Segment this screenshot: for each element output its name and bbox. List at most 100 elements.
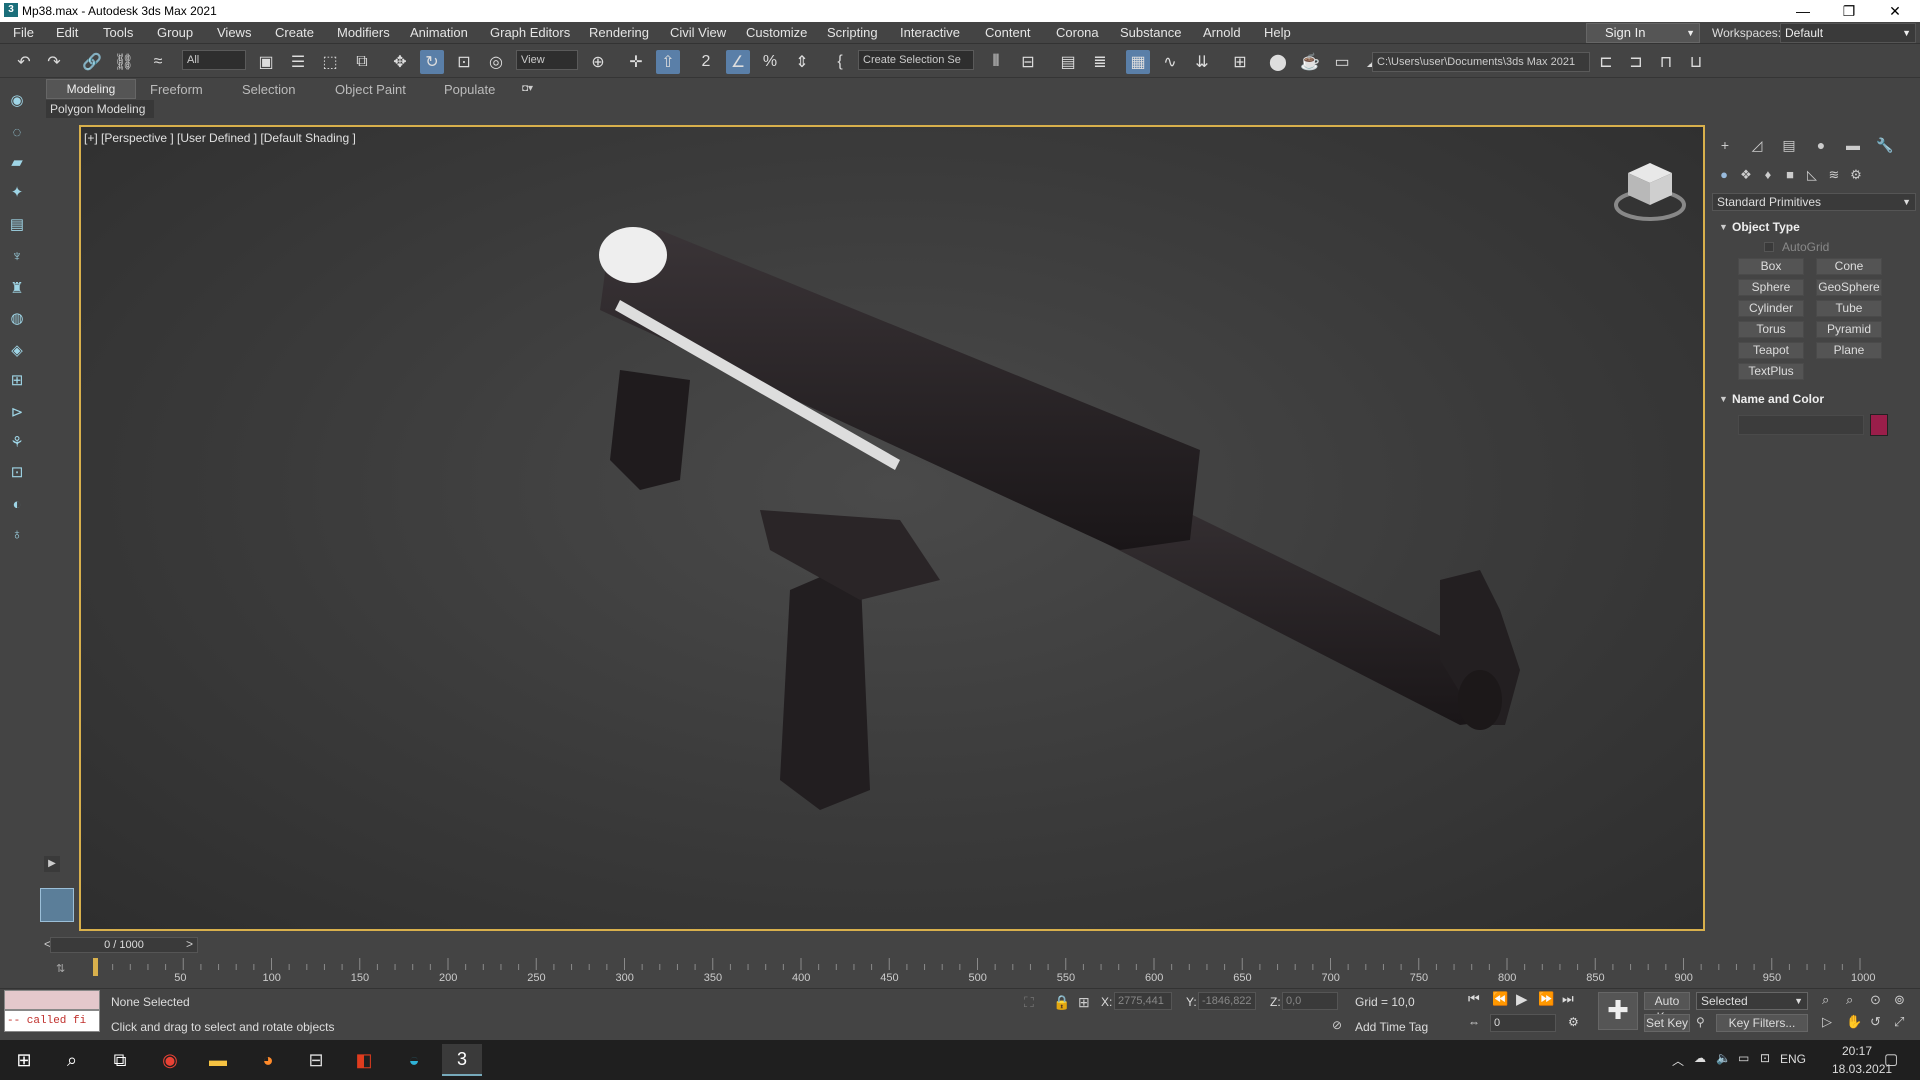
track-bar-icon[interactable]: ⇅ bbox=[56, 962, 65, 975]
tab-object-paint[interactable]: Object Paint bbox=[335, 82, 406, 97]
menu-rendering[interactable]: Rendering bbox=[589, 25, 649, 40]
object-type-header[interactable]: Object Type bbox=[1732, 220, 1800, 234]
time-next-button[interactable]: > bbox=[186, 937, 193, 951]
textplus-button[interactable]: TextPlus bbox=[1738, 363, 1804, 380]
workspace-layout-icon[interactable]: ⊔ bbox=[1684, 50, 1708, 74]
collapse-icon[interactable]: ▼ bbox=[1719, 222, 1728, 232]
workspace-dropdown[interactable]: Default ▼ bbox=[1780, 23, 1916, 43]
task-view-icon[interactable]: ⧉ bbox=[100, 1044, 140, 1076]
tab-selection[interactable]: Selection bbox=[242, 82, 295, 97]
next-frame-icon[interactable]: ⏩ bbox=[1538, 991, 1554, 1007]
office-icon[interactable]: ◧ bbox=[344, 1044, 384, 1076]
menu-modifiers[interactable]: Modifiers bbox=[337, 25, 390, 40]
bulb-icon[interactable]: ♁ bbox=[6, 524, 28, 546]
scale-icon[interactable]: ⊡ bbox=[452, 50, 476, 74]
viewport-layout-icon[interactable]: ⊡ bbox=[6, 462, 28, 484]
expand-layout-icon[interactable]: ▶ bbox=[44, 856, 60, 872]
space-warps-icon[interactable]: ≋ bbox=[1825, 167, 1843, 185]
bind-space-warp-icon[interactable]: ≈ bbox=[146, 50, 170, 74]
lights-icon[interactable]: ✦ bbox=[6, 182, 28, 204]
plane-button[interactable]: Plane bbox=[1816, 342, 1882, 359]
time-tag-icon[interactable]: ⊘ bbox=[1332, 1018, 1342, 1032]
input-language[interactable]: ENG bbox=[1780, 1052, 1806, 1066]
zoom-extents-all-icon[interactable]: ⊚ bbox=[1894, 992, 1905, 1008]
unlink-icon[interactable]: ⛓ bbox=[112, 50, 136, 74]
menu-civil-view[interactable]: Civil View bbox=[670, 25, 726, 40]
teapot-button[interactable]: Teapot bbox=[1738, 342, 1804, 359]
redo-icon[interactable]: ↷ bbox=[42, 50, 66, 74]
menu-customize[interactable]: Customize bbox=[746, 25, 807, 40]
field-of-view-icon[interactable]: ▷ bbox=[1822, 1014, 1832, 1030]
named-selection-set-dropdown[interactable]: Create Selection Se bbox=[858, 50, 974, 70]
select-object-icon[interactable]: ▣ bbox=[254, 50, 278, 74]
name-and-color-header[interactable]: Name and Color bbox=[1732, 392, 1824, 406]
placement-icon[interactable]: ◎ bbox=[484, 50, 508, 74]
particle-icon[interactable]: ⚘ bbox=[6, 432, 28, 454]
keyboard-shortcut-override-icon[interactable]: ⇧ bbox=[656, 50, 680, 74]
close-button[interactable]: ✕ bbox=[1872, 0, 1918, 22]
modify-tab-icon[interactable]: ◿ bbox=[1747, 137, 1767, 157]
project-icon[interactable]: ⊏ bbox=[1594, 50, 1618, 74]
select-by-name-icon[interactable]: ☰ bbox=[286, 50, 310, 74]
lights-icon[interactable]: ♦ bbox=[1759, 167, 1777, 185]
play-icon[interactable]: ▶ bbox=[1516, 990, 1528, 1008]
rotate-icon[interactable]: ↻ bbox=[420, 50, 444, 74]
polygon-modeling-panel[interactable]: Polygon Modeling bbox=[46, 100, 154, 118]
material-editor-icon[interactable]: ⬤ bbox=[1266, 50, 1290, 74]
menu-edit[interactable]: Edit bbox=[56, 25, 78, 40]
firefox-icon[interactable]: ◕ bbox=[248, 1044, 288, 1076]
autogrid-checkbox[interactable] bbox=[1764, 242, 1774, 252]
helper-icon[interactable]: ♜ bbox=[6, 278, 28, 300]
menu-arnold[interactable]: Arnold bbox=[1203, 25, 1241, 40]
menu-graph-editors[interactable]: Graph Editors bbox=[490, 25, 570, 40]
add-time-tag[interactable]: Add Time Tag bbox=[1355, 1020, 1428, 1034]
object-color-swatch[interactable] bbox=[1870, 414, 1888, 436]
maximize-button[interactable]: ❐ bbox=[1826, 0, 1872, 22]
zoom-icon[interactable]: ⌕ bbox=[1822, 992, 1829, 1008]
systems-icon[interactable]: ⚙ bbox=[1847, 167, 1865, 185]
spinner-snap-icon[interactable]: ⇕ bbox=[790, 50, 814, 74]
time-slider[interactable]: 0 / 1000 bbox=[50, 937, 198, 953]
mirror-icon[interactable]: ⫴ bbox=[984, 50, 1008, 74]
viewport-layout-tab[interactable] bbox=[40, 888, 74, 922]
angle-snap-icon[interactable]: ∠ bbox=[726, 50, 750, 74]
camera-icon[interactable]: ▰ bbox=[6, 152, 28, 174]
key-filter-icon[interactable]: ⚲ bbox=[1696, 1015, 1705, 1029]
time-configuration-icon[interactable]: ⚙ bbox=[1568, 1015, 1579, 1029]
selection-filter-dropdown[interactable]: All bbox=[182, 50, 246, 70]
zoom-all-icon[interactable]: ⌕ bbox=[1846, 992, 1853, 1008]
pivot-center-icon[interactable]: ⊕ bbox=[586, 50, 610, 74]
minimize-button[interactable]: — bbox=[1780, 0, 1826, 22]
vpn-icon[interactable]: ⊡ bbox=[1760, 1051, 1770, 1065]
mp38-model[interactable] bbox=[560, 220, 1540, 840]
dope-sheet-icon[interactable]: ⇊ bbox=[1190, 50, 1214, 74]
ribbon-options-icon[interactable]: ◘▾ bbox=[522, 83, 542, 95]
set-project-icon[interactable]: ⊐ bbox=[1624, 50, 1648, 74]
orbit-icon[interactable]: ↺ bbox=[1870, 1014, 1881, 1030]
onedrive-icon[interactable]: ☁ bbox=[1694, 1051, 1706, 1065]
selection-lock-icon[interactable]: 🔒 bbox=[1053, 994, 1070, 1011]
x-coordinate-field[interactable]: 2775,441 bbox=[1114, 992, 1172, 1010]
rectangular-selection-icon[interactable]: ⬚ bbox=[318, 50, 342, 74]
curve-editor-icon[interactable]: ∿ bbox=[1158, 50, 1182, 74]
key-mode-toggle-icon[interactable]: ⇔ bbox=[1468, 1015, 1480, 1029]
goto-start-icon[interactable]: ⏮ bbox=[1468, 991, 1480, 1007]
zoom-extents-icon[interactable]: ⊙ bbox=[1870, 992, 1881, 1008]
project-folder-dropdown[interactable]: C:\Users\user\Documents\3ds Max 2021 bbox=[1372, 52, 1590, 72]
object-name-input[interactable] bbox=[1738, 415, 1864, 435]
sphere-button[interactable]: Sphere bbox=[1738, 279, 1804, 296]
maxscript-output[interactable]: -- called fi bbox=[4, 1010, 100, 1032]
tab-populate[interactable]: Populate bbox=[444, 82, 495, 97]
set-key-button[interactable]: Set Key bbox=[1644, 1014, 1690, 1032]
tab-freeform[interactable]: Freeform bbox=[150, 82, 203, 97]
layer-explorer-icon[interactable]: ≣ bbox=[1088, 50, 1112, 74]
tray-chevron-icon[interactable]: ︿ bbox=[1672, 1052, 1684, 1069]
viewport-label[interactable]: [+] [Perspective ] [User Defined ] [Defa… bbox=[84, 131, 356, 145]
key-filters-button[interactable]: Key Filters... bbox=[1716, 1014, 1808, 1032]
edge-icon[interactable]: ◒ bbox=[394, 1044, 434, 1076]
ribbon-toggle-icon[interactable]: ▦ bbox=[1126, 50, 1150, 74]
geometry-icon[interactable]: ● bbox=[1715, 167, 1733, 185]
goto-end-icon[interactable]: ⏭ bbox=[1562, 991, 1574, 1007]
cylinder-button[interactable]: Cylinder bbox=[1738, 300, 1804, 317]
cameras-icon[interactable]: ■ bbox=[1781, 167, 1799, 185]
